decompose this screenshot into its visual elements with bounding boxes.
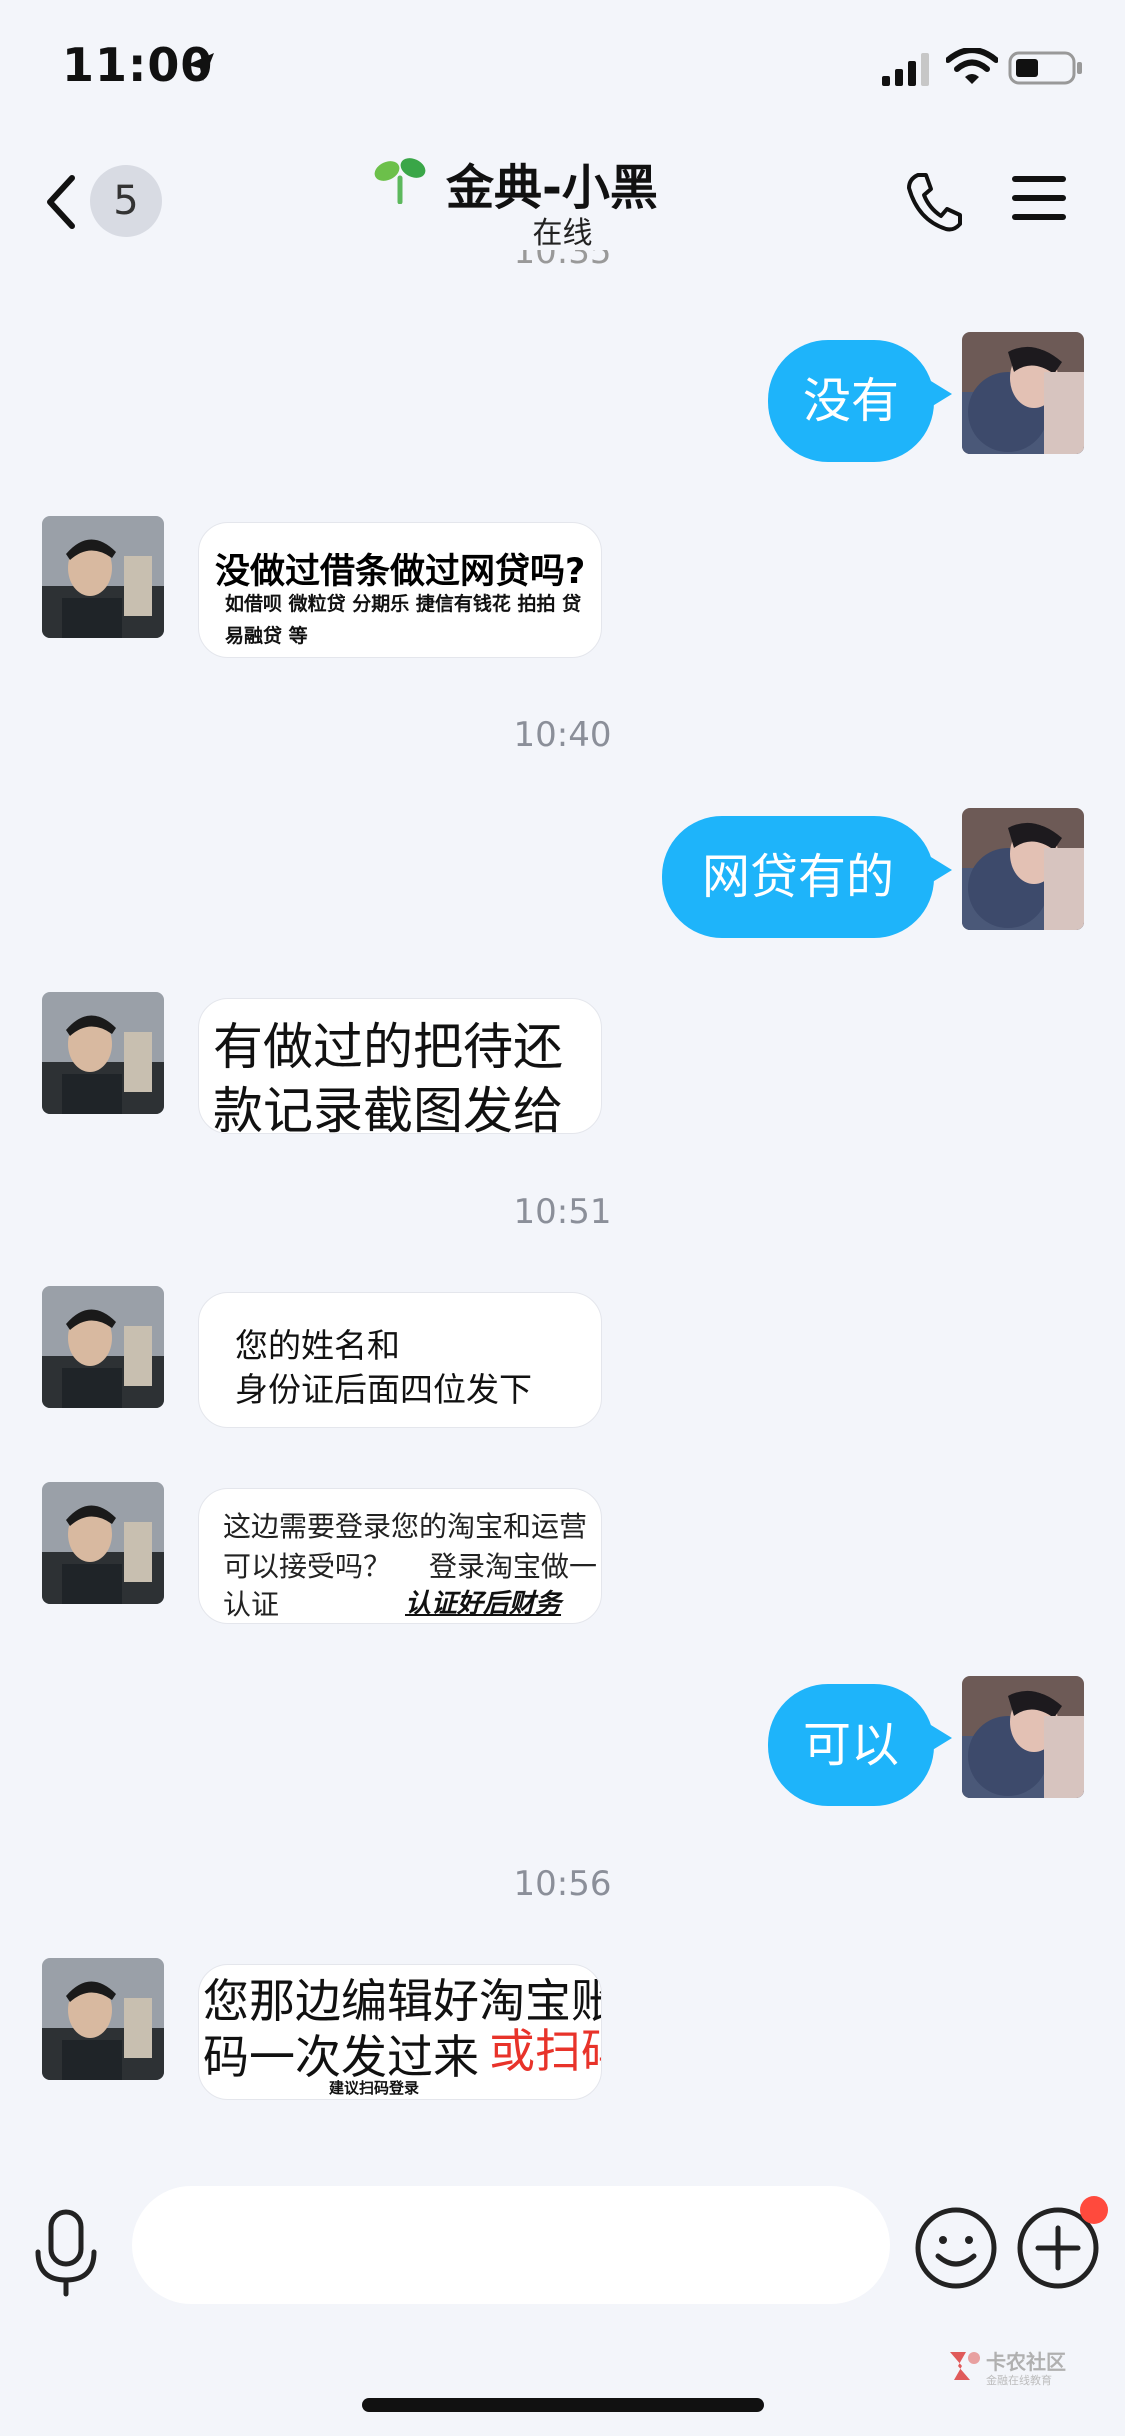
message-text: 没有 xyxy=(802,373,899,429)
timestamp: 10:40 xyxy=(513,715,612,755)
image-text-line: 登录淘宝做一 xyxy=(429,1550,598,1583)
menu-icon[interactable] xyxy=(1010,172,1068,224)
message-text: 网贷有的 xyxy=(701,849,894,905)
watermark-subtitle: 金融在线教育 xyxy=(986,2374,1052,2387)
location-arrow-icon xyxy=(187,53,214,81)
image-text-line: 您的姓名和 xyxy=(235,1326,400,1365)
incoming-image-message[interactable]: 有做过的把待还 款记录截图发给 xyxy=(198,998,602,1134)
my-avatar[interactable] xyxy=(962,332,1084,454)
image-text-line: 认证好后财务 xyxy=(405,1589,562,1619)
image-caption: 建议扫码登录 xyxy=(329,2079,420,2097)
battery-icon xyxy=(1008,51,1082,85)
image-text-line: 如借呗 微粒贷 分期乐 捷信有钱花 拍拍 贷 xyxy=(225,593,582,615)
watermark-title: 卡农社区 xyxy=(986,2350,1066,2374)
incoming-image-message[interactable]: 这边需要登录您的淘宝和运营 可以接受吗？ 登录淘宝做一 认证 认证好后财务 xyxy=(198,1488,602,1624)
image-text-line: 易融贷 等 xyxy=(225,625,308,647)
outgoing-message-bubble[interactable]: 没有 xyxy=(768,340,952,462)
status-bar: 11:00 xyxy=(0,0,1125,130)
timestamp: 10:56 xyxy=(513,1864,612,1904)
contact-avatar[interactable] xyxy=(42,992,164,1114)
contact-avatar[interactable] xyxy=(42,1958,164,2080)
incoming-image-message[interactable]: 您的姓名和 身份证后面四位发下 xyxy=(198,1292,602,1428)
watermark: 卡农社区 金融在线教育 xyxy=(946,2344,1076,2398)
image-text-line: 款记录截图发给 xyxy=(213,1082,563,1134)
my-avatar[interactable] xyxy=(962,808,1084,930)
notification-dot xyxy=(1080,2196,1108,2224)
incoming-image-message[interactable]: 没做过借条做过网贷吗? 如借呗 微粒贷 分期乐 捷信有钱花 拍拍 贷 易融贷 等 xyxy=(198,522,602,658)
image-text-line: 身份证后面四位发下 xyxy=(235,1370,532,1409)
microphone-icon[interactable] xyxy=(30,2208,102,2300)
message-text: 可以 xyxy=(802,1717,899,1773)
watermark-logo-icon xyxy=(950,2352,980,2380)
my-avatar[interactable] xyxy=(962,1676,1084,1798)
image-text-line: 可以接受吗？ xyxy=(223,1550,392,1583)
outgoing-message-bubble[interactable]: 网贷有的 xyxy=(662,816,952,938)
image-headline: 没做过借条做过网贷吗? xyxy=(215,552,586,592)
image-text-line: 这边需要登录您的淘宝和运营 xyxy=(223,1510,588,1543)
contact-avatar[interactable] xyxy=(42,1286,164,1408)
incoming-image-message[interactable]: 您那边编辑好淘宝账 码一次发过来 或扫码 建议扫码登录 xyxy=(198,1964,602,2100)
sprout-icon xyxy=(374,158,426,204)
image-text-line: 认证 xyxy=(223,1588,280,1621)
emoji-icon[interactable] xyxy=(914,2206,998,2290)
home-indicator[interactable] xyxy=(362,2398,764,2412)
contact-avatar[interactable] xyxy=(42,516,164,638)
image-highlight-text: 或扫码 xyxy=(489,2024,601,2078)
contact-avatar[interactable] xyxy=(42,1482,164,1604)
message-input[interactable] xyxy=(132,2186,890,2304)
chat-screen: 11:00 5 金典-小黑 在线 10:35 没有 没做过借条做过网贷吗? 如借… xyxy=(0,0,1125,2436)
wifi-icon xyxy=(946,48,998,84)
phone-call-icon[interactable] xyxy=(904,170,962,234)
image-text-line: 有做过的把待还 xyxy=(213,1018,563,1076)
timestamp: 10:51 xyxy=(513,1192,612,1232)
chat-header: 5 金典-小黑 在线 xyxy=(0,130,1125,270)
outgoing-message-bubble[interactable]: 可以 xyxy=(768,1684,952,1806)
cellular-signal-icon xyxy=(882,53,929,86)
timestamp: 10:35 xyxy=(513,250,612,272)
